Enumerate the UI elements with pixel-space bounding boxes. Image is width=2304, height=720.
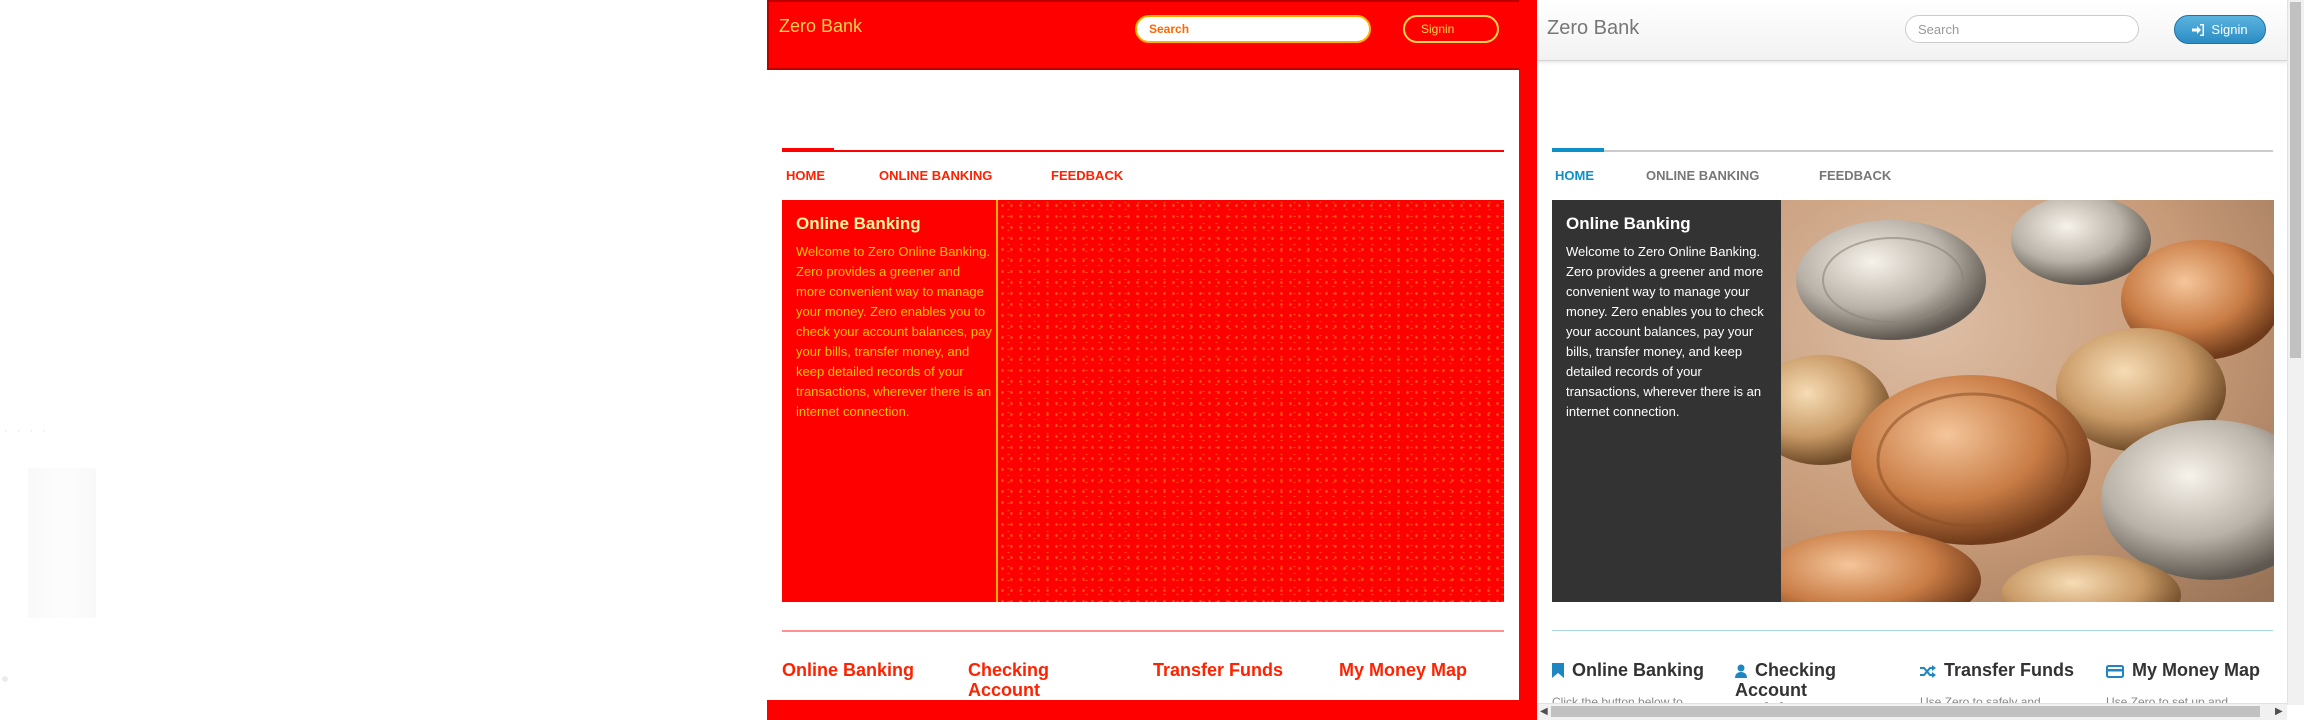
signin-label: Signin xyxy=(2211,22,2248,37)
feature-title: Online Banking xyxy=(1572,660,1705,680)
feature-title: Transfer Funds xyxy=(1944,660,2075,680)
diff-nav-feedback: FEEDBACK xyxy=(1051,168,1124,183)
diff-nav-active-indicator xyxy=(782,148,834,152)
coins-image xyxy=(1781,200,2274,602)
feature-title: My Money Map xyxy=(2132,660,2261,680)
coins-illustration xyxy=(1781,200,2274,602)
hero-text: Welcome to Zero Online Banking. Zero pro… xyxy=(1566,244,1764,419)
credit-card-icon xyxy=(2106,665,2124,678)
faint-artifact-text: · · · · xyxy=(4,425,49,437)
tab-online-banking[interactable]: ONLINE BANKING xyxy=(1646,168,1759,183)
diff-nav-line xyxy=(782,150,1504,152)
tab-feedback[interactable]: FEEDBACK xyxy=(1819,168,1891,183)
faint-artifact-shape xyxy=(28,468,96,618)
diff-brand: Zero Bank xyxy=(779,16,863,36)
diff-bottom-bar xyxy=(767,700,1537,720)
signin-icon xyxy=(2192,24,2205,36)
feature-money-map: My Money Map xyxy=(2106,660,2260,680)
shuffle-icon xyxy=(1920,665,1936,678)
nav-active-indicator xyxy=(1552,148,1604,152)
diff-hero-text: Welcome to Zero Online Banking. Zero pro… xyxy=(796,244,992,419)
diff-feature-title-money-map: My Money Map xyxy=(1339,660,1468,680)
nav-tab-line xyxy=(1552,150,2273,152)
faint-artifact-dot xyxy=(2,676,8,682)
feature-transfer-funds: Transfer Funds xyxy=(1920,660,2074,680)
features-rule xyxy=(1552,630,2273,631)
diff-search-field: Search xyxy=(1135,15,1371,43)
diff-overlay-panel: Zero Bank Search Signin HOME ONLINE BANK… xyxy=(767,0,1537,720)
diff-right-bar xyxy=(1519,0,1537,720)
search-input[interactable] xyxy=(1905,15,2139,43)
feature-online-banking: Online Banking xyxy=(1552,660,1704,680)
tab-home[interactable]: HOME xyxy=(1555,168,1594,183)
bookmark-icon xyxy=(1552,663,1564,678)
signin-button[interactable]: Signin xyxy=(2174,15,2266,44)
diff-nav-online-banking: ONLINE BANKING xyxy=(879,168,993,183)
diff-feature-title-transfer: Transfer Funds xyxy=(1153,660,1284,680)
diff-nav-home: HOME xyxy=(786,168,825,183)
diff-hero-noise xyxy=(998,200,1504,602)
brand-logo[interactable]: Zero Bank xyxy=(1547,17,1639,40)
user-icon xyxy=(1735,664,1747,678)
zero-bank-page: Zero Bank Signin HOME ONLINE BANKING FEE… xyxy=(1537,0,2304,720)
vertical-scrollbar-thumb[interactable] xyxy=(2290,2,2301,358)
hero-title: Online Banking xyxy=(1566,214,1691,233)
diff-hero-divider xyxy=(996,200,998,602)
horizontal-scrollbar-thumb[interactable] xyxy=(1551,706,2260,717)
diff-signin-button: Signin xyxy=(1403,15,1499,43)
diff-hero-title: Online Banking xyxy=(796,214,921,233)
scroll-left-arrow-icon[interactable]: ◀ xyxy=(1540,706,1548,717)
scroll-right-arrow-icon[interactable]: ▶ xyxy=(2275,706,2283,717)
diff-section-rule xyxy=(782,630,1504,632)
diff-feature-title-online-banking: Online Banking xyxy=(782,660,915,680)
